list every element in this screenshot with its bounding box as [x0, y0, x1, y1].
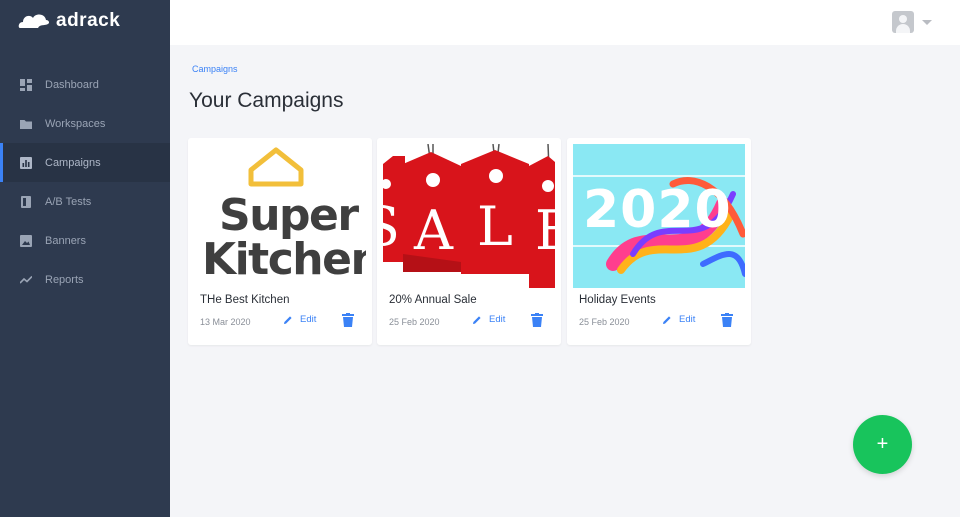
edit-button[interactable]: Edit: [472, 314, 505, 325]
campaign-card[interactable]: 2020 Holiday Events 25 Feb 2020 Edit: [567, 138, 751, 345]
trash-icon: [721, 313, 733, 327]
pencil-icon: [473, 315, 481, 324]
dashboard-icon: [20, 78, 32, 91]
sale-tags-image: [383, 144, 555, 288]
thumb-year-text: 2020: [583, 180, 732, 240]
sidebar-item-banners[interactable]: Banners: [0, 221, 170, 260]
bar-chart-icon: [20, 156, 32, 169]
delete-button[interactable]: [342, 313, 354, 327]
trend-line-icon: [20, 274, 32, 286]
caret-down-icon[interactable]: [922, 19, 932, 25]
thumb-letter-l: L: [477, 195, 513, 258]
pencil-icon: [663, 315, 671, 324]
sidebar-item-label: Banners: [45, 234, 86, 247]
sidebar-item-dashboard[interactable]: Dashboard: [0, 65, 170, 104]
image-icon: [20, 234, 32, 247]
sidebar-item-campaigns[interactable]: Campaigns: [0, 143, 170, 182]
sidebar-item-reports[interactable]: Reports: [0, 260, 170, 299]
campaign-thumbnail: 2020: [573, 144, 745, 288]
campaign-card[interactable]: Super Kitchen THe Best Kitchen 13 Mar 20…: [188, 138, 372, 345]
app-name: adrack: [56, 10, 121, 31]
campaign-title: 20% Annual Sale: [389, 294, 477, 306]
add-campaign-button[interactable]: +: [853, 415, 912, 474]
trash-icon: [531, 313, 543, 327]
edit-button[interactable]: Edit: [283, 314, 316, 325]
edit-label: Edit: [489, 314, 506, 325]
thumb-letter-a: A: [414, 199, 453, 262]
sidebar-item-label: Campaigns: [45, 156, 101, 169]
plus-icon: +: [876, 433, 889, 455]
sidebar-item-label: A/B Tests: [45, 195, 92, 208]
breadcrumb[interactable]: Campaigns: [192, 64, 238, 74]
campaign-title: THe Best Kitchen: [200, 294, 290, 306]
campaign-thumbnail: Super Kitchen: [194, 144, 366, 288]
sidebar-item-label: Workspaces: [45, 117, 106, 130]
edit-label: Edit: [679, 314, 696, 325]
app-logo[interactable]: adrack: [18, 10, 120, 32]
campaign-date: 25 Feb 2020: [389, 317, 440, 327]
sidebar-nav: Dashboard Workspaces Campaigns A/B Tests…: [0, 65, 170, 299]
campaign-thumbnail: S A L E: [383, 144, 555, 288]
sidebar-item-ab-tests[interactable]: A/B Tests: [0, 182, 170, 221]
top-bar: [170, 0, 960, 45]
pencil-icon: [284, 315, 292, 324]
thumb-text-kitchen: Kitchen: [202, 234, 366, 285]
campaign-date: 25 Feb 2020: [579, 317, 630, 327]
sidebar: adrack Dashboard Workspaces Campaigns A/…: [0, 0, 170, 517]
thumb-letter-s: S: [383, 200, 400, 254]
sidebar-item-label: Dashboard: [45, 78, 99, 91]
thumb-letter-e: E: [535, 199, 555, 262]
cloud-logo-icon: [18, 14, 50, 28]
campaign-title: Holiday Events: [579, 294, 656, 306]
edit-label: Edit: [300, 314, 317, 325]
page-title: Your Campaigns: [189, 89, 344, 112]
trash-icon: [342, 313, 354, 327]
sidebar-item-label: Reports: [45, 273, 84, 286]
user-menu[interactable]: [892, 11, 932, 33]
edit-button[interactable]: Edit: [662, 314, 695, 325]
ab-test-icon: [20, 195, 32, 208]
campaign-date: 13 Mar 2020: [200, 317, 251, 327]
sidebar-item-workspaces[interactable]: Workspaces: [0, 104, 170, 143]
delete-button[interactable]: [531, 313, 543, 327]
folder-icon: [20, 118, 32, 130]
user-avatar-icon[interactable]: [892, 11, 914, 33]
delete-button[interactable]: [721, 313, 733, 327]
campaign-card[interactable]: S A L E 20% Annual Sale 25 Feb 2020 Edit: [377, 138, 561, 345]
thumb-text-super: Super: [219, 190, 359, 241]
